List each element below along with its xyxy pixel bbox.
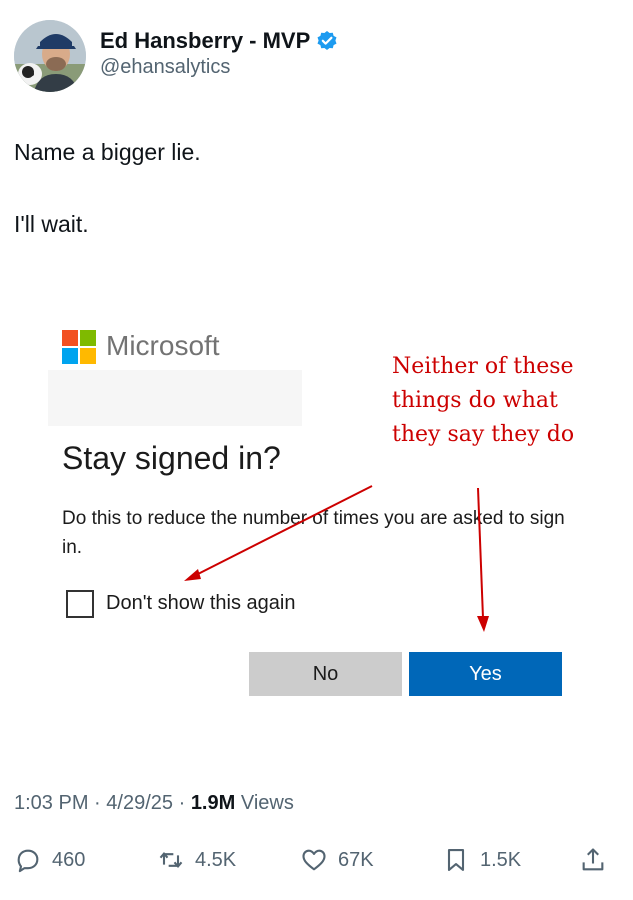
author-block: Ed Hansberry - MVP @ehansalytics	[100, 28, 338, 79]
microsoft-logo-icon	[62, 330, 96, 364]
dialog-title: Stay signed in?	[62, 440, 281, 476]
microsoft-wordmark: Microsoft	[106, 330, 220, 361]
reply-button[interactable]: 460	[14, 840, 85, 880]
bookmark-button[interactable]: 1.5K	[442, 840, 521, 880]
tweet-actions: 460 4.5K 67K 1.5K	[14, 840, 619, 880]
avatar[interactable]	[14, 20, 86, 92]
tweet-media-image[interactable]: Microsoft Stay signed in? Do this to red…	[18, 290, 615, 750]
like-icon	[302, 849, 326, 871]
bookmark-count: 1.5K	[480, 848, 522, 871]
red-annotation: Neither of these things do what they say…	[392, 354, 575, 447]
author-handle[interactable]: @ehansalytics	[100, 56, 338, 79]
reply-count: 460	[52, 848, 86, 871]
tweet-date[interactable]: 4/29/25	[106, 792, 173, 814]
tweet-line: Name a bigger lie.	[14, 139, 201, 165]
tweet-meta: 1:03 PM · 4/29/25 · 1.9M Views	[14, 792, 294, 815]
tweet-header: Ed Hansberry - MVP @ehansalytics	[14, 18, 619, 94]
yes-button: Yes	[409, 652, 562, 696]
repost-icon	[159, 851, 183, 869]
dont-show-checkbox	[66, 590, 94, 618]
verified-badge-icon[interactable]	[316, 30, 338, 52]
meta-separator: ·	[178, 792, 186, 814]
reply-icon	[17, 849, 39, 873]
share-icon	[582, 848, 604, 871]
repost-button[interactable]: 4.5K	[157, 840, 236, 880]
bookmark-icon	[447, 849, 465, 871]
share-button[interactable]	[579, 840, 607, 880]
no-button: No	[249, 652, 402, 696]
like-button[interactable]: 67K	[300, 840, 374, 880]
repost-count: 4.5K	[195, 848, 237, 871]
views-label: Views	[240, 792, 294, 814]
like-count: 67K	[338, 848, 374, 871]
checkbox-label: Don't show this again	[106, 592, 296, 614]
author-name[interactable]: Ed Hansberry - MVP	[100, 28, 310, 54]
tweet-text: Name a bigger lie. I'll wait.	[14, 136, 614, 240]
tweet-line: I'll wait.	[14, 211, 89, 237]
meta-separator: ·	[94, 792, 101, 814]
dialog-description: Do this to reduce the number of times yo…	[62, 508, 565, 558]
tweet-time[interactable]: 1:03 PM	[14, 792, 88, 814]
views-count: 1.9M	[190, 792, 236, 814]
redacted-area	[48, 370, 302, 426]
